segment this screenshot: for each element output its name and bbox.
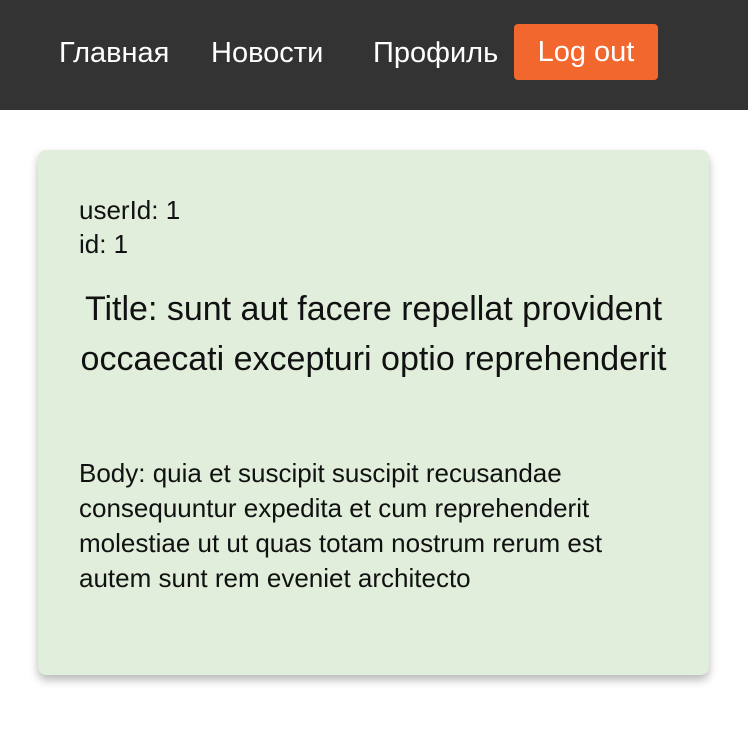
nav-link-profile[interactable]: Профиль (373, 34, 498, 72)
post-id: id: 1 (79, 229, 129, 259)
nav-link-news[interactable]: Новости (211, 34, 323, 72)
top-navbar: Главная Новости Профиль Log out (0, 0, 748, 110)
nav-link-home[interactable]: Главная (59, 34, 169, 72)
post-user-id: userId: 1 (79, 195, 181, 225)
post-title: Title: sunt aut facere repellat providen… (80, 290, 667, 378)
post-card: userId: 1 id: 1 Title: sunt aut facere r… (38, 150, 709, 675)
post-body: Body: quia et suscipit suscipit recusand… (79, 458, 603, 593)
logout-button[interactable]: Log out (514, 24, 658, 80)
